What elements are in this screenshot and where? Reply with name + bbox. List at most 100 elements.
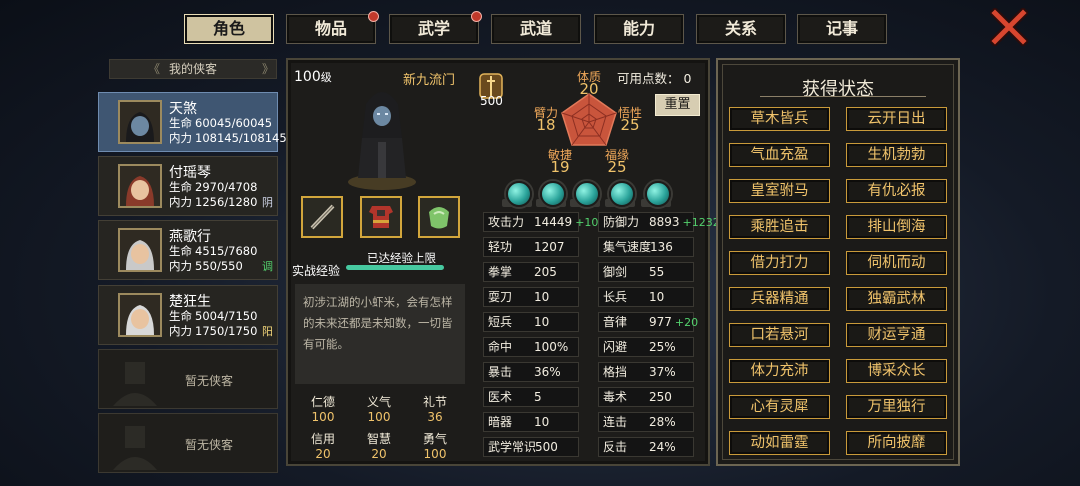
mp-label: 内力 [169,195,192,209]
skill-orb-icon[interactable] [540,181,566,207]
stat-cell: 暴击 36% [483,362,579,382]
status-effect[interactable]: 兵器精通 [729,287,830,311]
stat-name: 集气速度 [603,240,652,254]
status-effect[interactable]: 动如雷霆 [729,431,830,455]
hp-value: 60045/60045 [195,116,273,130]
skill-orb-icon[interactable] [645,181,671,207]
status-effect[interactable]: 气血充盈 [729,143,830,167]
empty-slot[interactable]: 暂无侠客 [98,349,278,409]
stat-cell: 毒术 250 [598,387,694,407]
stat-cell: 防御力 8893 +1232 [598,212,720,232]
stat-value: 100% [534,340,569,354]
hp-label: 生命 [169,180,192,194]
status-tag: 调 [262,260,273,273]
status-effect[interactable]: 财运亨通 [846,323,947,347]
skill-orb-icon[interactable] [609,181,635,207]
status-effect[interactable]: 有仇必报 [846,179,947,203]
stat-value-group: 100% [534,338,568,356]
status-effect[interactable]: 伺机而动 [846,251,947,275]
tab-0[interactable]: 角色 [184,14,274,44]
empty-slot[interactable]: 暂无侠客 [98,413,278,473]
status-effect[interactable]: 口若悬河 [729,323,830,347]
virtue-label: 义气 [366,395,391,409]
tab-2[interactable]: 武学 [389,11,482,44]
status-effect[interactable]: 排山倒海 [846,215,947,239]
stat-name: 武学常识 [488,440,537,454]
stat-value-group: 136 [650,238,673,256]
points-available: 可用点数： 0 [617,68,691,87]
status-effect[interactable]: 云开日出 [846,107,947,131]
close-icon[interactable] [990,8,1028,46]
stat-value: 28% [649,415,676,429]
stat-cell: 暗器 10 [483,412,579,432]
mp-label: 内力 [169,324,192,338]
status-effect[interactable]: 万里独行 [846,395,947,419]
stat-value-group: 10 [534,413,549,431]
stat-value: 136 [650,240,673,254]
virtue-label: 勇气 [422,432,447,446]
stat-value-group: 55 [649,263,664,281]
tab-5[interactable]: 关系 [696,14,786,44]
roster-card[interactable]: 付瑶琴 生命 2970/4708 内力 1256/1280 阴 [98,156,278,216]
level-display: 100级 [294,69,332,85]
stat-cell: 短兵 10 [483,312,579,332]
tab-4[interactable]: 能力 [594,14,684,44]
status-effect[interactable]: 博采众长 [846,359,947,383]
tab-6[interactable]: 记事 [797,14,887,44]
status-effect[interactable]: 独霸武林 [846,287,947,311]
weapon-slot[interactable] [301,196,343,238]
tab-3[interactable]: 武道 [491,14,581,44]
roster-title: 我的侠客 [168,62,217,76]
stat-cell: 音律 977 +20 [598,312,698,332]
status-effect[interactable]: 体力充沛 [729,359,830,383]
virtue-stat: 礼节 36 [406,393,464,424]
hp-value: 4515/7680 [195,244,258,258]
roster-card[interactable]: 楚狂生 生命 5004/7150 内力 1750/1750 阳 [98,285,278,345]
stat-value: 977 [649,315,672,329]
chevron-right-icon: 》 [261,62,274,76]
status-effect[interactable]: 所向披靡 [846,431,947,455]
roster-card[interactable]: 天煞 生命 60045/60045 内力 108145/108145 [98,92,287,152]
roster-card[interactable]: 燕歌行 生命 4515/7680 内力 550/550 调 [98,220,278,280]
armor-slot[interactable] [360,196,402,238]
stat-value: 10 [534,415,550,429]
status-effect[interactable]: 乘胜追击 [729,215,830,239]
status-effect[interactable]: 生机勃勃 [846,143,947,167]
jade-icon [429,207,449,229]
mp-label: 内力 [169,131,192,145]
stat-value: 8893 [649,215,680,229]
empty-slot-label: 暂无侠客 [185,374,234,388]
character-description: 初涉江湖的小虾米，会有怎样的未来还都是未知数，一切皆有可能。 [295,284,465,384]
hp-label: 生命 [169,309,192,323]
reset-button[interactable]: 重置 [655,94,700,116]
avatar-face-icon [126,240,154,270]
empty-slot-label: 暂无侠客 [185,438,234,452]
points-value: 0 [683,71,692,86]
stat-cell: 格挡 37% [598,362,694,382]
accessory-slot[interactable] [418,196,460,238]
stat-cell: 耍刀 10 [483,287,579,307]
status-effect[interactable]: 草木皆兵 [729,107,830,131]
title-divider [760,96,926,97]
status-tag: 阴 [262,196,273,209]
stat-value-group: 36% [534,363,561,381]
status-effect[interactable]: 皇室驸马 [729,179,830,203]
stat-name: 暴击 [488,365,513,379]
avatar [118,293,162,337]
skill-orb-icon[interactable] [574,181,600,207]
stat-value-group: 5 [534,388,542,406]
points-label: 可用点数： [617,71,680,86]
mp-value: 108145/108145 [195,131,287,145]
mp-value: 1256/1280 [195,195,258,209]
status-effect[interactable]: 借力打力 [729,251,830,275]
stat-cell: 命中 100% [483,337,579,357]
stat-value: 24% [649,440,676,454]
status-effect[interactable]: 心有灵犀 [729,395,830,419]
virtue-value: 100 [423,447,447,461]
stat-cell: 医术 5 [483,387,579,407]
skill-orb-icon[interactable] [506,181,532,207]
tab-1[interactable]: 物品 [286,11,379,44]
virtue-stat: 勇气 100 [406,430,464,461]
virtue-label: 仁德 [310,395,335,409]
tab-label: 能力 [622,19,655,38]
